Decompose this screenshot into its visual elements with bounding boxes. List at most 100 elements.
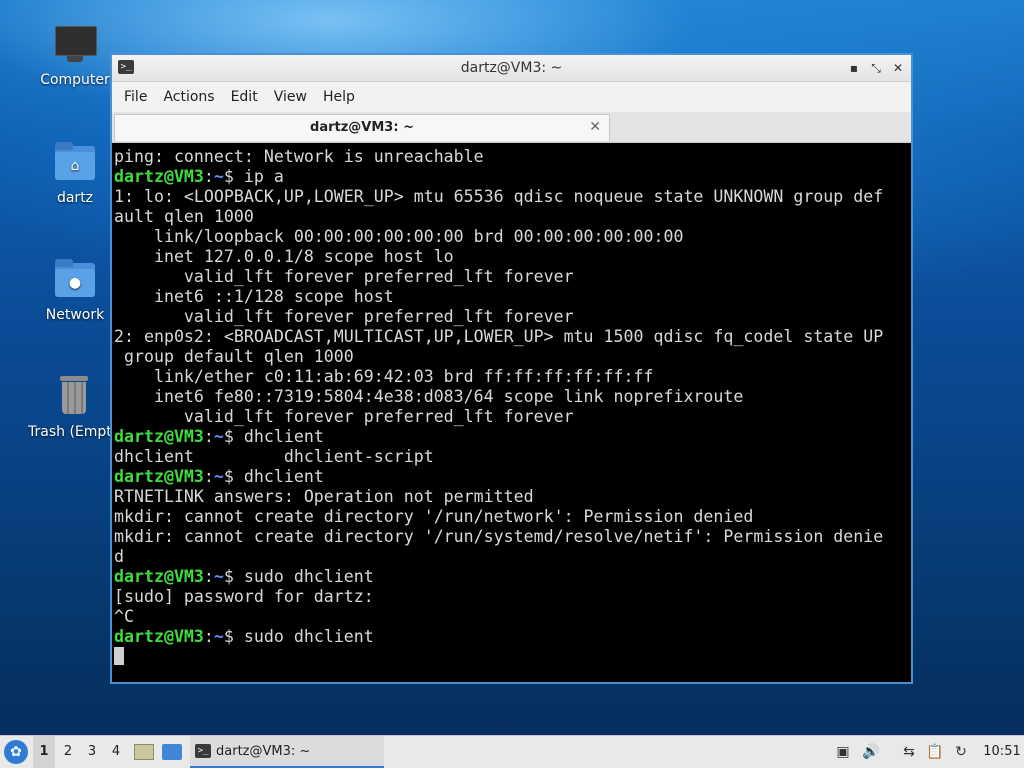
prompt-separator: : bbox=[203, 567, 214, 586]
menu-file[interactable]: File bbox=[116, 89, 155, 105]
terminal-line: group default qlen 1000 bbox=[114, 347, 911, 367]
output-text: inet 127.0.0.1/8 scope host lo bbox=[114, 247, 454, 266]
output-text: ping: connect: Network is unreachable bbox=[114, 147, 484, 166]
prompt-path: ~ bbox=[213, 567, 224, 586]
maximize-button[interactable]: ⤡ bbox=[867, 59, 885, 77]
clipboard-icon[interactable]: 📋 bbox=[926, 743, 944, 761]
prompt-path: ~ bbox=[213, 427, 224, 446]
terminal-line: d bbox=[114, 547, 911, 567]
prompt-user: dartz@VM3 bbox=[114, 627, 204, 646]
command-text: sudo dhclient bbox=[243, 627, 374, 646]
network-icon[interactable]: ⇆ bbox=[900, 743, 918, 761]
output-text: RTNETLINK answers: Operation not permitt… bbox=[114, 487, 534, 506]
volume-icon[interactable]: 🔊 bbox=[862, 743, 880, 761]
terminal-window: >_ dartz@VM3: ~ ▪ ⤡ ✕ File Actions Edit … bbox=[110, 53, 913, 684]
terminal-icon: >_ bbox=[195, 744, 211, 758]
menu-actions[interactable]: Actions bbox=[155, 89, 222, 105]
output-text: d bbox=[114, 547, 124, 566]
output-text: [sudo] password for dartz: bbox=[114, 587, 374, 606]
terminal-line bbox=[114, 647, 911, 667]
terminal-line: mkdir: cannot create directory '/run/sys… bbox=[114, 527, 911, 547]
terminal-line: dartz@VM3:~$ ip a bbox=[114, 167, 911, 187]
tab-bar: dartz@VM3: ~ ✕ bbox=[112, 112, 911, 143]
file-manager-icon[interactable] bbox=[134, 744, 154, 760]
prompt-separator: : bbox=[203, 467, 214, 486]
menu-edit[interactable]: Edit bbox=[223, 89, 266, 105]
terminal-tab[interactable]: dartz@VM3: ~ ✕ bbox=[114, 114, 610, 141]
network-folder-icon: ● bbox=[51, 255, 99, 303]
show-desktop-icon[interactable] bbox=[162, 744, 182, 760]
command-text: dhclient bbox=[243, 427, 324, 446]
command-text: dhclient bbox=[243, 467, 324, 486]
terminal-line: 1: lo: <LOOPBACK,UP,LOWER_UP> mtu 65536 … bbox=[114, 187, 911, 207]
output-text: valid_lft forever preferred_lft forever bbox=[114, 267, 574, 286]
trash-icon bbox=[50, 372, 98, 420]
terminal-line: dartz@VM3:~$ dhclient bbox=[114, 427, 911, 447]
task-label: dartz@VM3: ~ bbox=[216, 744, 311, 759]
terminal-line: inet 127.0.0.1/8 scope host lo bbox=[114, 247, 911, 267]
desktop-icon-label: dartz bbox=[56, 190, 94, 206]
computer-icon bbox=[51, 20, 99, 68]
output-text: valid_lft forever preferred_lft forever bbox=[114, 407, 574, 426]
text-cursor bbox=[114, 647, 124, 665]
prompt-path: ~ bbox=[213, 167, 224, 186]
lxqt-start-icon[interactable]: ✿ bbox=[4, 740, 28, 764]
desktop-icon-label: Trash (Empt bbox=[28, 424, 112, 440]
output-text: link/loopback 00:00:00:00:00:00 brd 00:0… bbox=[114, 227, 684, 246]
clock[interactable]: 10:51 bbox=[982, 736, 1022, 768]
terminal-line: inet6 ::1/128 scope host bbox=[114, 287, 911, 307]
terminal-line: mkdir: cannot create directory '/run/net… bbox=[114, 507, 911, 527]
prompt-path: ~ bbox=[213, 467, 224, 486]
prompt-separator: : bbox=[203, 167, 214, 186]
prompt-user: dartz@VM3 bbox=[114, 427, 204, 446]
menu-help[interactable]: Help bbox=[315, 89, 363, 105]
output-text: mkdir: cannot create directory '/run/sys… bbox=[114, 527, 884, 546]
home-folder-icon: ⌂ bbox=[51, 138, 99, 186]
minimize-button[interactable]: ▪ bbox=[845, 59, 863, 77]
terminal-output[interactable]: ping: connect: Network is unreachable dar… bbox=[112, 143, 911, 682]
update-icon[interactable]: ↻ bbox=[952, 743, 970, 761]
output-text: 1: lo: <LOOPBACK,UP,LOWER_UP> mtu 65536 … bbox=[114, 187, 884, 206]
prompt-path: ~ bbox=[213, 627, 224, 646]
menu-bar: File Actions Edit View Help bbox=[112, 82, 911, 112]
close-button[interactable]: ✕ bbox=[889, 59, 907, 77]
terminal-line: valid_lft forever preferred_lft forever bbox=[114, 307, 911, 327]
taskbar-task-terminal[interactable]: >_ dartz@VM3: ~ bbox=[190, 736, 384, 768]
command-text: sudo dhclient bbox=[243, 567, 374, 586]
prompt-symbol: $ bbox=[223, 627, 244, 646]
workspace-1[interactable]: 1 bbox=[33, 736, 55, 768]
prompt-user: dartz@VM3 bbox=[114, 467, 204, 486]
terminal-line: 2: enp0s2: <BROADCAST,MULTICAST,UP,LOWER… bbox=[114, 327, 911, 347]
workspace-2[interactable]: 2 bbox=[57, 736, 79, 768]
output-text: group default qlen 1000 bbox=[114, 347, 354, 366]
output-text: ^C bbox=[114, 607, 134, 626]
window-titlebar[interactable]: >_ dartz@VM3: ~ ▪ ⤡ ✕ bbox=[112, 55, 911, 82]
tab-close-icon[interactable]: ✕ bbox=[589, 119, 601, 135]
terminal-line: [sudo] password for dartz: bbox=[114, 587, 911, 607]
terminal-line: valid_lft forever preferred_lft forever bbox=[114, 407, 911, 427]
prompt-user: dartz@VM3 bbox=[114, 167, 204, 186]
desktop-icon-home[interactable]: ⌂ dartz bbox=[27, 138, 123, 206]
terminal-line: link/ether c0:11:ab:69:42:03 brd ff:ff:f… bbox=[114, 367, 911, 387]
prompt-user: dartz@VM3 bbox=[114, 567, 204, 586]
workspace-3[interactable]: 3 bbox=[81, 736, 103, 768]
terminal-line: RTNETLINK answers: Operation not permitt… bbox=[114, 487, 911, 507]
terminal-line: ault qlen 1000 bbox=[114, 207, 911, 227]
terminal-line: dartz@VM3:~$ sudo dhclient bbox=[114, 627, 911, 647]
terminal-line: valid_lft forever preferred_lft forever bbox=[114, 267, 911, 287]
menu-view[interactable]: View bbox=[266, 89, 315, 105]
taskbar: ✿ 1 2 3 4 >_ dartz@VM3: ~ ▣ 🔊 ⇆ 📋 ↻ 10:5… bbox=[0, 735, 1024, 768]
desktop-icon-label: Computer bbox=[40, 72, 110, 88]
prompt-symbol: $ bbox=[223, 567, 244, 586]
output-text: valid_lft forever preferred_lft forever bbox=[114, 307, 574, 326]
output-text: inet6 ::1/128 scope host bbox=[114, 287, 394, 306]
desktop-icon-network[interactable]: ● Network bbox=[27, 255, 123, 323]
command-text: ip a bbox=[243, 167, 284, 186]
workspace-4[interactable]: 4 bbox=[105, 736, 127, 768]
output-text: dhclient dhclient-script bbox=[114, 447, 434, 466]
screenshot-icon[interactable]: ▣ bbox=[834, 743, 852, 761]
prompt-symbol: $ bbox=[223, 467, 244, 486]
tab-label: dartz@VM3: ~ bbox=[310, 120, 414, 135]
output-text: mkdir: cannot create directory '/run/net… bbox=[114, 507, 754, 526]
desktop-icon-computer[interactable]: Computer bbox=[27, 20, 123, 88]
